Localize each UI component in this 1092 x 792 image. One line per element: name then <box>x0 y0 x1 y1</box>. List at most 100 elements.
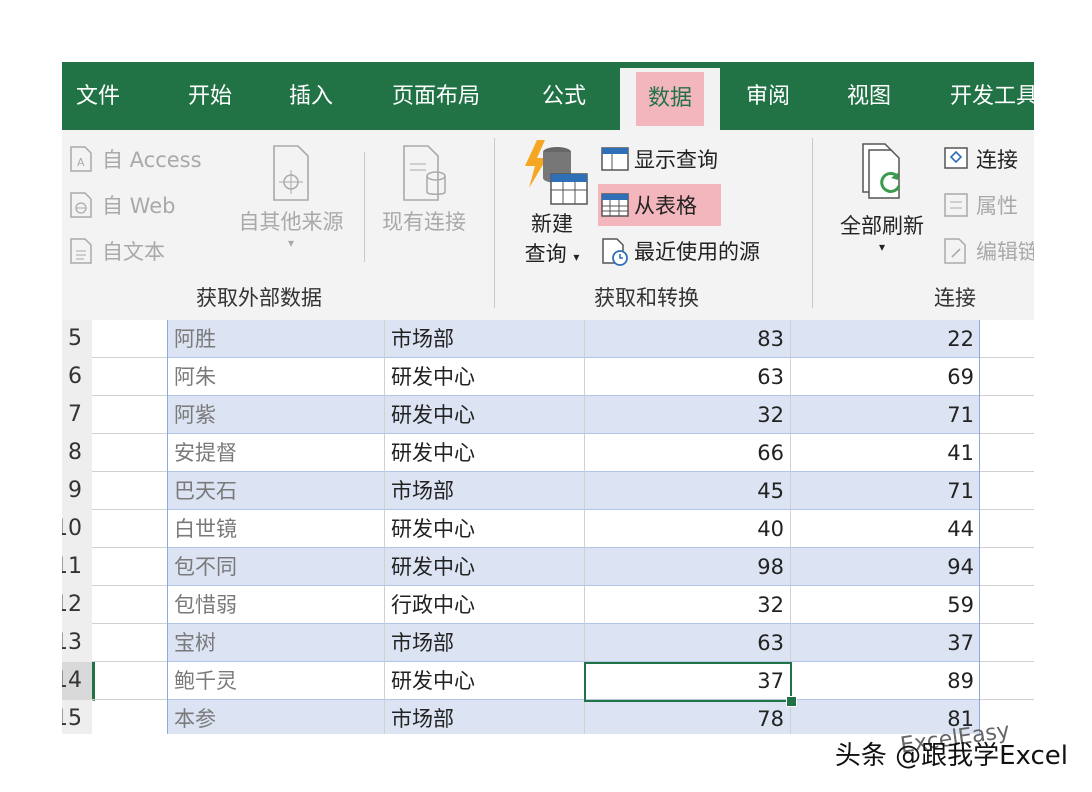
tab-view[interactable]: 视图 <box>847 62 891 130</box>
dept-cell[interactable]: 市场部 <box>384 700 584 734</box>
row-header[interactable]: 7 <box>62 396 92 435</box>
empty-cell[interactable] <box>92 358 168 396</box>
empty-cell[interactable] <box>92 700 168 734</box>
tab-page-layout[interactable]: 页面布局 <box>392 62 480 130</box>
empty-cell[interactable] <box>92 548 168 586</box>
name-cell[interactable]: 阿朱 <box>168 358 384 396</box>
empty-cell[interactable] <box>980 358 1034 396</box>
refresh-all-button[interactable]: 全部刷新 ▾ <box>832 142 932 254</box>
from-access-button[interactable]: A 自 Access <box>68 144 202 174</box>
value-cell[interactable]: 40 <box>584 510 790 548</box>
empty-cell[interactable] <box>980 662 1034 700</box>
value-cell[interactable]: 59 <box>790 586 980 624</box>
name-cell[interactable]: 包惜弱 <box>168 586 384 624</box>
row-header[interactable]: 5 <box>62 320 92 359</box>
value-cell[interactable]: 63 <box>584 358 790 396</box>
new-query-button[interactable]: 新建 查询 ▾ <box>510 138 594 268</box>
name-cell[interactable]: 本参 <box>168 700 384 734</box>
tab-insert[interactable]: 插入 <box>289 62 333 130</box>
value-cell[interactable]: 41 <box>790 434 980 472</box>
empty-cell[interactable] <box>92 472 168 510</box>
empty-cell[interactable] <box>980 434 1034 472</box>
empty-cell[interactable] <box>92 510 168 548</box>
recent-sources-button[interactable]: 最近使用的源 <box>600 236 760 266</box>
value-cell[interactable]: 66 <box>584 434 790 472</box>
dept-cell[interactable]: 研发中心 <box>384 396 584 434</box>
row-header[interactable]: 11 <box>62 548 92 587</box>
value-cell[interactable]: 32 <box>584 396 790 434</box>
from-web-button[interactable]: 自 Web <box>68 190 175 220</box>
value-cell[interactable]: 63 <box>584 624 790 662</box>
empty-cell[interactable] <box>980 586 1034 624</box>
show-queries-button[interactable]: 显示查询 <box>600 144 718 174</box>
value-cell[interactable]: 22 <box>790 320 980 358</box>
existing-connections-button[interactable]: 现有连接 <box>374 142 474 236</box>
from-other-sources-button[interactable]: 自其他来源 ▾ <box>228 142 354 250</box>
row-header[interactable]: 10 <box>62 510 92 549</box>
empty-cell[interactable] <box>92 586 168 624</box>
empty-cell[interactable] <box>980 472 1034 510</box>
empty-cell[interactable] <box>980 396 1034 434</box>
name-cell[interactable]: 包不同 <box>168 548 384 586</box>
value-cell[interactable]: 32 <box>584 586 790 624</box>
name-cell[interactable]: 巴天石 <box>168 472 384 510</box>
empty-cell[interactable] <box>92 396 168 434</box>
fill-handle[interactable] <box>786 696 797 707</box>
value-cell[interactable]: 78 <box>584 700 790 734</box>
value-cell[interactable]: 37 <box>790 624 980 662</box>
name-cell[interactable]: 阿胜 <box>168 320 384 358</box>
edit-links-button[interactable]: 编辑链接 <box>942 236 1034 266</box>
tab-developer[interactable]: 开发工具 <box>950 62 1034 130</box>
row-header[interactable]: 15 <box>62 700 92 734</box>
active-cell-selection[interactable] <box>584 662 792 702</box>
row-header[interactable]: 12 <box>62 586 92 625</box>
value-cell[interactable]: 71 <box>790 396 980 434</box>
row-header[interactable]: 6 <box>62 358 92 397</box>
from-table-button[interactable]: 从表格 <box>598 184 721 226</box>
dept-cell[interactable]: 研发中心 <box>384 358 584 396</box>
empty-cell[interactable] <box>980 548 1034 586</box>
tab-formulas[interactable]: 公式 <box>542 62 586 130</box>
row-header[interactable]: 9 <box>62 472 92 511</box>
value-cell[interactable]: 94 <box>790 548 980 586</box>
value-cell[interactable]: 44 <box>790 510 980 548</box>
row-header[interactable]: 14 <box>62 662 95 701</box>
tab-review[interactable]: 审阅 <box>746 62 790 130</box>
name-cell[interactable]: 白世镜 <box>168 510 384 548</box>
dept-cell[interactable]: 市场部 <box>384 472 584 510</box>
dept-cell[interactable]: 市场部 <box>384 320 584 358</box>
name-cell[interactable]: 安提督 <box>168 434 384 472</box>
empty-cell[interactable] <box>92 434 168 472</box>
dept-cell[interactable]: 研发中心 <box>384 434 584 472</box>
value-cell[interactable]: 45 <box>584 472 790 510</box>
show-queries-icon <box>600 145 629 173</box>
empty-cell[interactable] <box>980 624 1034 662</box>
dept-cell[interactable]: 市场部 <box>384 624 584 662</box>
value-cell[interactable]: 98 <box>584 548 790 586</box>
tab-home[interactable]: 开始 <box>188 62 232 130</box>
dept-cell[interactable]: 行政中心 <box>384 586 584 624</box>
empty-cell[interactable] <box>92 662 168 700</box>
dept-cell[interactable]: 研发中心 <box>384 510 584 548</box>
connections-button[interactable]: 连接 <box>942 144 1018 174</box>
dept-cell[interactable]: 研发中心 <box>384 548 584 586</box>
dept-cell[interactable]: 研发中心 <box>384 662 584 700</box>
name-cell[interactable]: 宝树 <box>168 624 384 662</box>
value-cell[interactable]: 83 <box>584 320 790 358</box>
empty-cell[interactable] <box>92 624 168 662</box>
name-cell[interactable]: 鲍千灵 <box>168 662 384 700</box>
value-cell[interactable]: 71 <box>790 472 980 510</box>
row-header[interactable]: 13 <box>62 624 92 663</box>
empty-cell[interactable] <box>980 510 1034 548</box>
properties-button[interactable]: 属性 <box>942 190 1018 220</box>
group-label-external-data: 获取外部数据 <box>196 286 322 310</box>
tab-file[interactable]: 文件 <box>76 62 120 130</box>
from-text-button[interactable]: 自文本 <box>68 236 165 266</box>
empty-cell[interactable] <box>92 320 168 358</box>
tab-data[interactable]: 数据 <box>620 68 720 130</box>
name-cell[interactable]: 阿紫 <box>168 396 384 434</box>
value-cell[interactable]: 89 <box>790 662 980 700</box>
empty-cell[interactable] <box>980 320 1034 358</box>
row-header[interactable]: 8 <box>62 434 92 473</box>
value-cell[interactable]: 69 <box>790 358 980 396</box>
